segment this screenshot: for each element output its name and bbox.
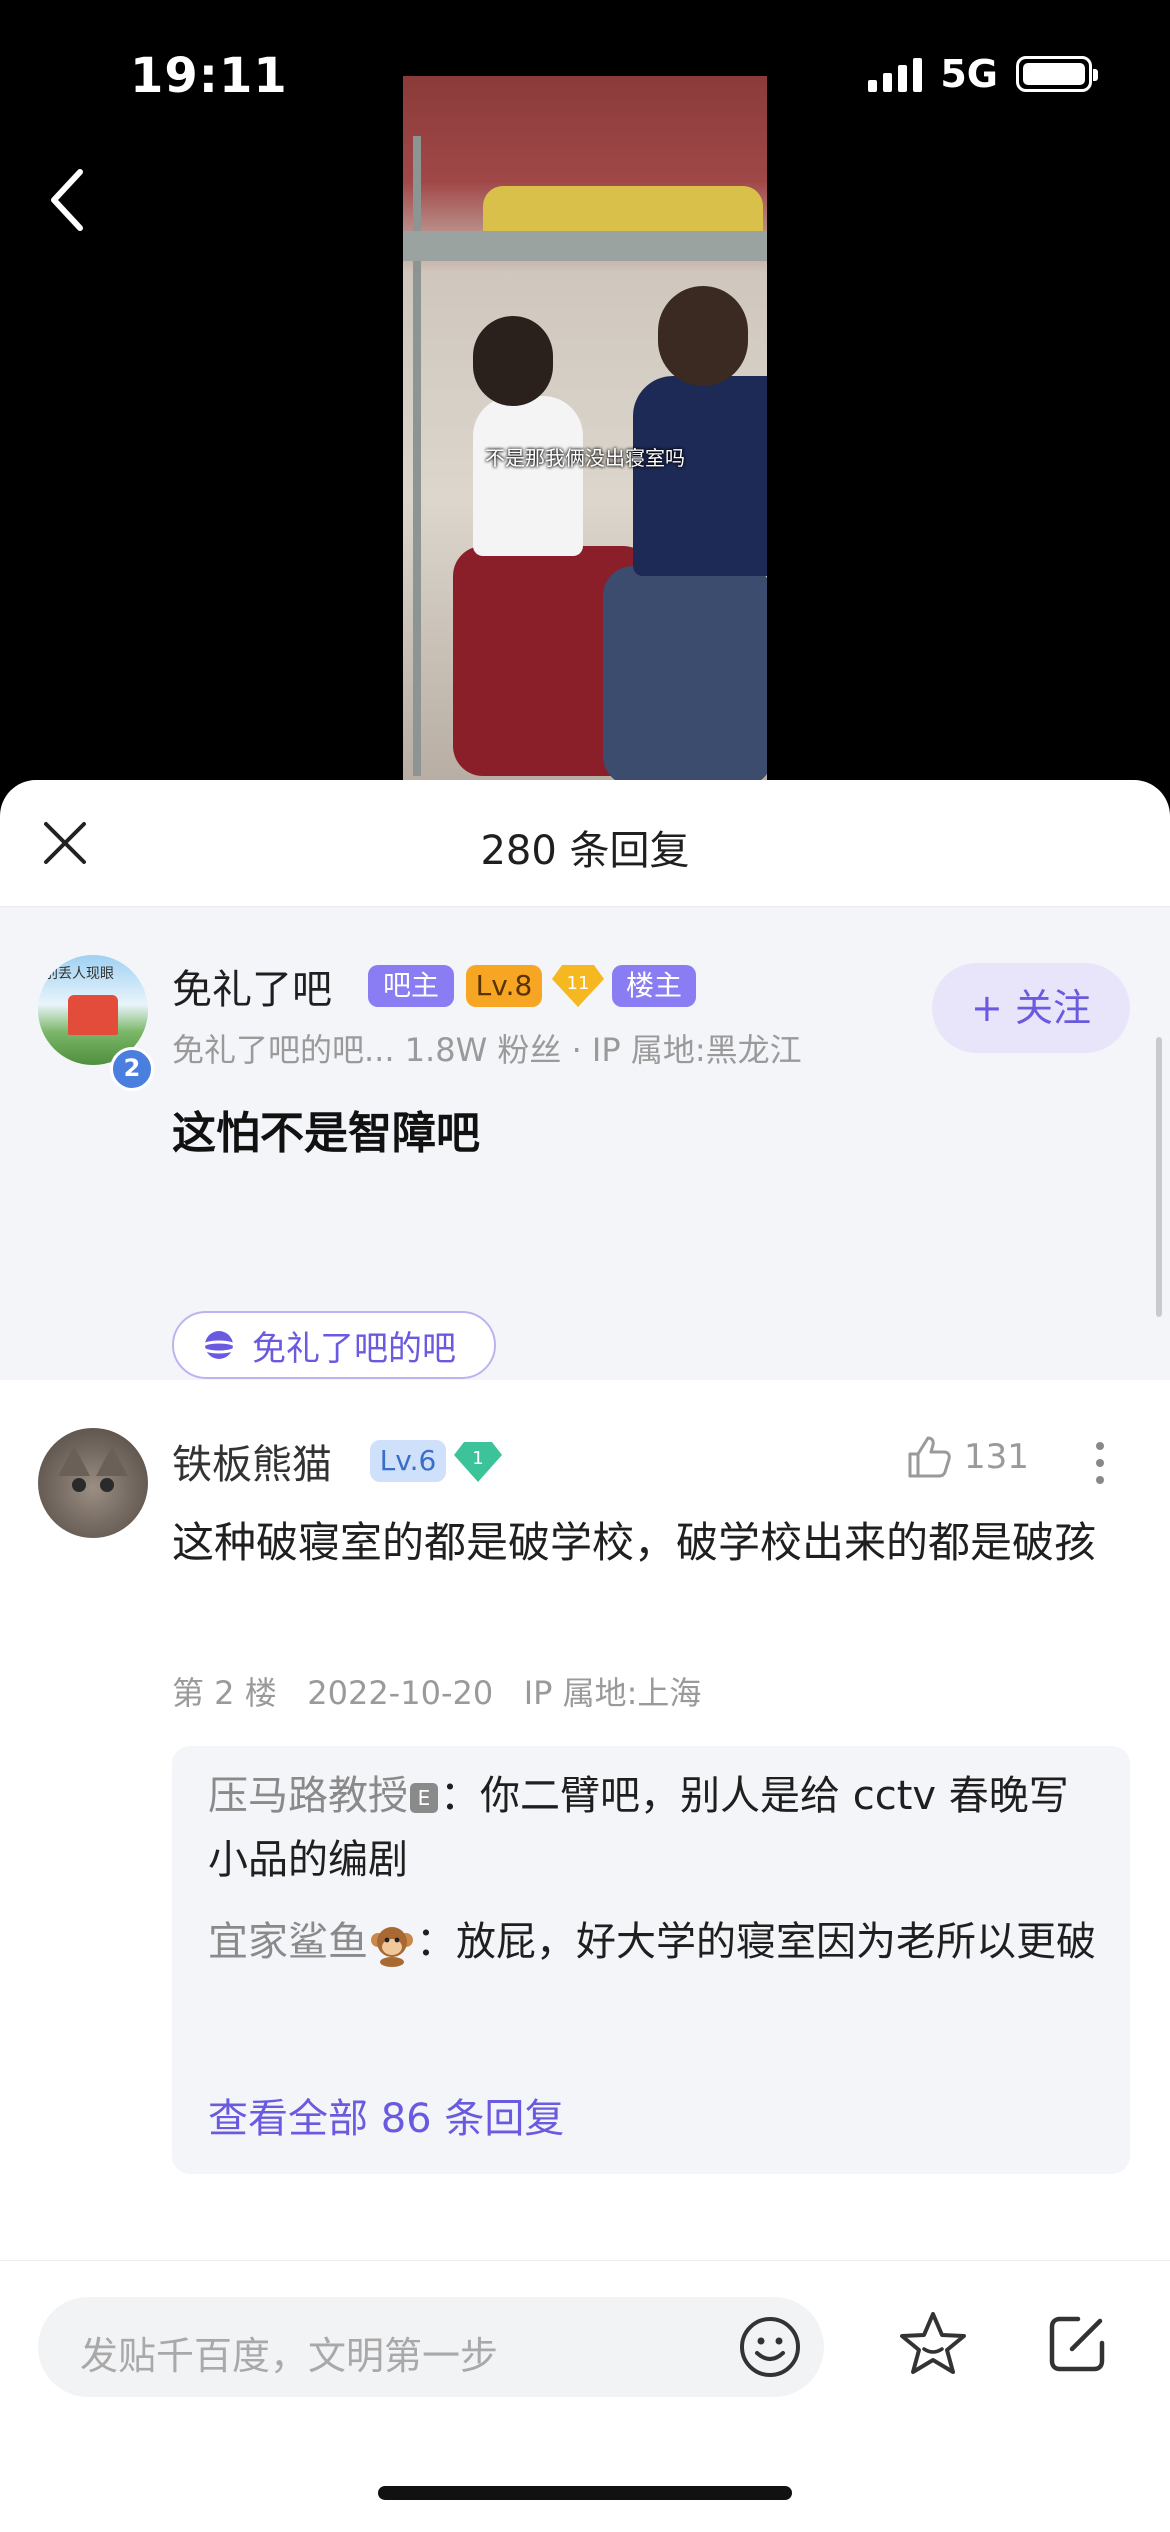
- view-all-replies-link[interactable]: 查看全部 86 条回复: [208, 2086, 564, 2144]
- monkey-icon: [371, 1927, 413, 1967]
- compose-placeholder: 发贴千百度，文明第一步: [80, 2334, 499, 2378]
- owner-badge: 楼主: [612, 965, 696, 1007]
- user-subline: 免礼了吧的吧... 1.8W 粉丝 · IP 属地:黑龙江: [172, 1031, 802, 1069]
- admin-badge: 吧主: [368, 965, 454, 1007]
- more-icon[interactable]: [1088, 1438, 1112, 1488]
- network-type: 5G: [940, 52, 998, 96]
- thumbs-up-icon: [908, 1436, 951, 1478]
- sheet-title: 280 条回复: [480, 828, 690, 874]
- username[interactable]: 免礼了吧: [172, 957, 332, 1015]
- reply-date: 2022-10-20: [307, 1674, 494, 1712]
- floor-number: 第 2 楼: [172, 1674, 277, 1712]
- avatar-text: 别丢人现眼: [44, 966, 114, 982]
- video-subtitle: 不是那我俩没出寝室吗: [485, 446, 685, 470]
- author-badge: E: [410, 1783, 438, 1813]
- sub-reply[interactable]: 宜家鲨鱼 ：放屁，好大学的寝室因为老所以更破: [208, 1910, 1108, 1974]
- planet-icon: [200, 1331, 238, 1359]
- sub-reply-author[interactable]: 宜家鲨鱼: [208, 1919, 368, 1965]
- diamond-icon: 1: [454, 1442, 502, 1482]
- diamond-level: 1: [472, 1448, 483, 1469]
- reply-meta: 第 2 楼 2022-10-20 IP 属地:上海: [172, 1668, 701, 1714]
- level-badge: Lv.6: [370, 1440, 446, 1482]
- post-content: 这怕不是智障吧: [172, 1108, 480, 1159]
- compose-input[interactable]: 发贴千百度，文明第一步: [38, 2297, 824, 2397]
- ip-location: IP 属地:上海: [523, 1674, 702, 1712]
- home-indicator[interactable]: [378, 2486, 792, 2500]
- sub-reply-text: ：放屁，好大学的寝室因为老所以更破: [416, 1919, 1096, 1965]
- like-button[interactable]: 131: [906, 1434, 1029, 1480]
- emoji-icon[interactable]: [738, 2315, 802, 2379]
- scrollbar[interactable]: [1156, 1037, 1162, 1317]
- battery-icon: [1016, 56, 1098, 92]
- like-count: 131: [964, 1437, 1029, 1477]
- forum-name: 免礼了吧的吧: [252, 1328, 456, 1369]
- status-time: 19:11: [130, 48, 288, 104]
- avatar-badge: 2: [110, 1047, 154, 1091]
- level-badge: Lv.8: [466, 965, 542, 1007]
- diamond-level: 11: [567, 973, 590, 994]
- original-post: 别丢人现眼 2 免礼了吧 吧主 Lv.8 11 楼主 免礼了吧的吧... 1.8…: [0, 907, 1170, 1381]
- replies-sheet: 280 条回复 别丢人现眼 2 免礼了吧 吧主 Lv.8 11 楼主 免礼了吧的…: [0, 780, 1170, 2532]
- avatar[interactable]: [38, 1428, 148, 1538]
- star-icon[interactable]: [898, 2309, 968, 2379]
- video-player[interactable]: 不是那我俩没出寝室吗: [403, 76, 767, 780]
- status-indicators: 5G: [868, 52, 1098, 96]
- follow-button[interactable]: + 关注: [932, 963, 1130, 1053]
- back-icon[interactable]: [40, 160, 100, 240]
- signal-icon: [868, 56, 923, 92]
- reply-content: 这种破寝室的都是破学校，破学校出来的都是破孩: [172, 1518, 1097, 1567]
- sub-reply-author[interactable]: 压马路教授: [208, 1773, 408, 1819]
- edit-icon[interactable]: [1044, 2311, 1110, 2377]
- sub-replies[interactable]: 压马路教授 E ：你二臂吧，别人是给 cctv 春晚写小品的编剧 宜家鲨鱼 ：放屁，好…: [172, 1746, 1130, 2174]
- sheet-header: 280 条回复: [0, 780, 1170, 907]
- sub-reply[interactable]: 压马路教授 E ：你二臂吧，别人是给 cctv 春晚写小品的编剧: [208, 1764, 1108, 1892]
- diamond-icon: 11: [552, 965, 604, 1007]
- reply-item: 铁板熊猫 Lv.6 1 131 这种破寝室的都是破学校，破学校出来的都是破孩 第…: [0, 1380, 1170, 2360]
- username[interactable]: 铁板熊猫: [172, 1432, 332, 1490]
- forum-chip[interactable]: 免礼了吧的吧: [172, 1311, 496, 1379]
